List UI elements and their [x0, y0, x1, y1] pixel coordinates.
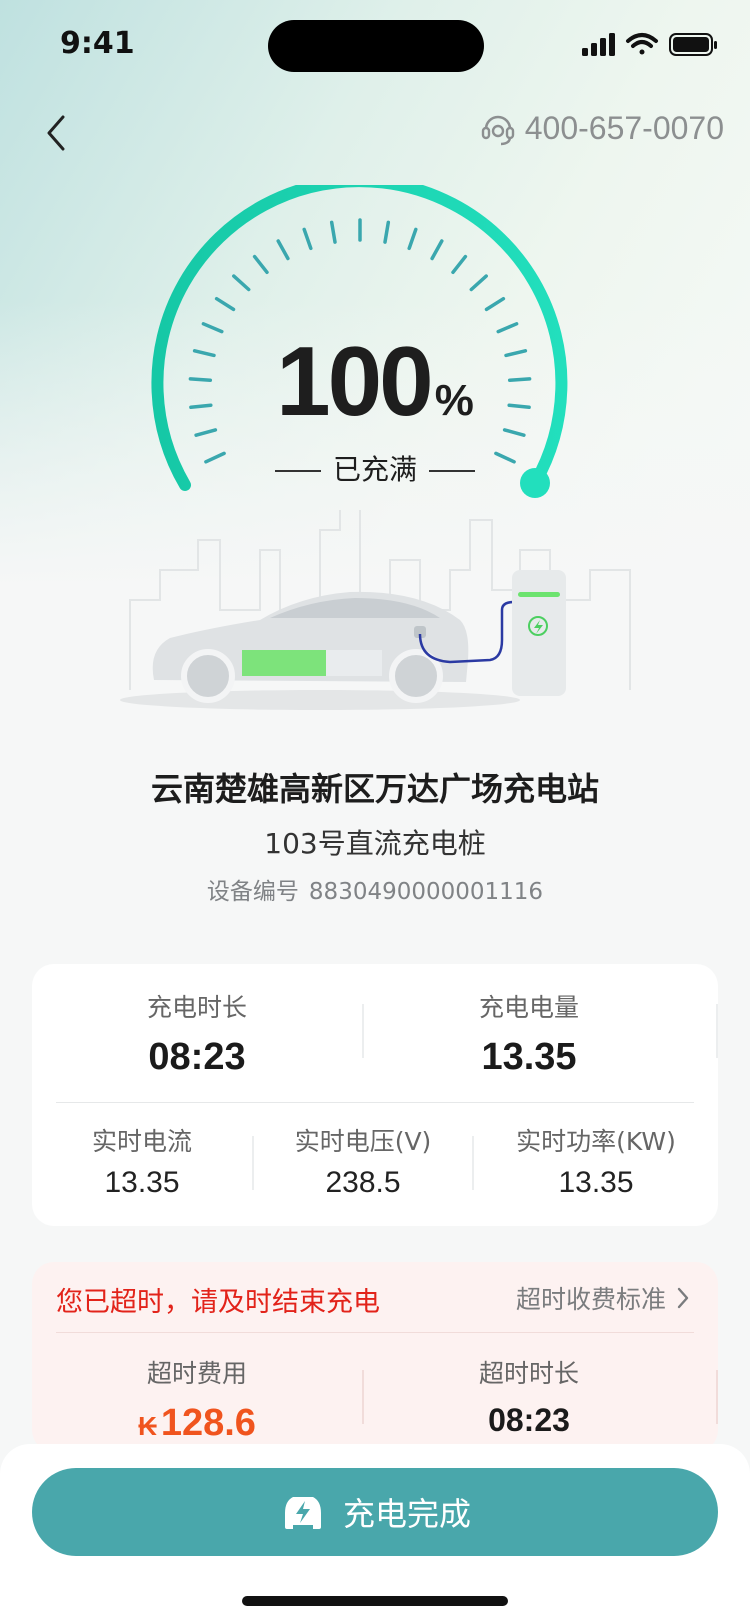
wheel: [181, 649, 235, 703]
gauge-tick: [484, 296, 506, 312]
stat-value: 13.35: [558, 1166, 634, 1199]
overtime-fee: 超时费用 ₭ 128.6: [32, 1354, 362, 1445]
overtime-warning: 您已超时，请及时结束充电: [56, 1287, 380, 1318]
stat-label: 充电电量: [478, 993, 579, 1022]
stat-label: 实时功率(KW): [516, 1127, 676, 1156]
dynamic-island: [268, 20, 484, 72]
headset-icon: [481, 115, 514, 145]
battery-fill: [242, 650, 326, 676]
finish-charging-label: 充电完成: [342, 1495, 471, 1533]
stat-current: 实时电流 13.35: [32, 1122, 252, 1200]
divider: [716, 1004, 718, 1058]
finish-charging-button[interactable]: 充电完成: [32, 1468, 718, 1556]
pile-indicator: [518, 592, 560, 597]
gauge-tick: [430, 239, 444, 261]
charge-status: 已充满: [0, 448, 750, 488]
wheel: [389, 649, 443, 703]
status-bar: 9:41: [0, 0, 750, 90]
home-indicator: [242, 1596, 508, 1606]
battery-icon: [669, 33, 717, 56]
stat-label: 实时电压(V): [294, 1127, 432, 1156]
currency-symbol: ₭: [138, 1411, 157, 1441]
stat-voltage: 实时电压(V) 238.5: [254, 1122, 472, 1200]
charging-car-icon: [284, 1497, 321, 1529]
gauge-tick: [407, 227, 418, 251]
gauge-tick: [383, 220, 391, 244]
stat-value: 13.35: [481, 1036, 577, 1078]
overtime-card: 您已超时，请及时结束充电 超时收费标准 超时费用 ₭ 128.6 超时时长 08:…: [32, 1262, 718, 1452]
service-phone-number: 400-657-0070: [524, 110, 724, 146]
device-id: 8830490000001116: [308, 879, 544, 905]
stat-value: 238.5: [325, 1166, 401, 1199]
nav-bar: 400-657-0070: [0, 100, 750, 170]
service-hotline[interactable]: 400-657-0070: [481, 110, 724, 147]
stat-energy: 充电电量 13.35: [364, 988, 694, 1079]
divider: [716, 1370, 718, 1424]
station-name: 云南楚雄高新区万达广场充电站: [150, 770, 599, 808]
stat-label: 超时时长: [478, 1359, 579, 1388]
gauge-tick: [276, 239, 290, 261]
chevron-right-icon: [677, 1287, 689, 1309]
divider: [56, 1332, 694, 1333]
divider: [274, 470, 321, 472]
bottom-action-bar: 充电完成: [0, 1444, 750, 1624]
stat-duration: 充电时长 08:23: [32, 988, 362, 1079]
divider: [429, 470, 475, 472]
wifi-icon: [626, 33, 658, 55]
stat-value: 13.35: [104, 1166, 180, 1199]
charging-pile: [512, 570, 566, 696]
signal-icon: [582, 33, 615, 56]
stat-value: 08:23: [488, 1402, 570, 1438]
stat-label: 充电时长: [146, 993, 247, 1022]
chevron-left-icon: [47, 115, 65, 151]
percent-value: 100: [276, 326, 434, 436]
stat-label: 超时费用: [146, 1359, 247, 1388]
status-time: 9:41: [60, 26, 135, 61]
gauge-tick: [302, 227, 313, 251]
battery-empty: [326, 650, 382, 676]
gauge-tick: [252, 254, 269, 275]
back-button[interactable]: [30, 108, 80, 158]
gauge-tick: [214, 296, 236, 312]
car-shadow: [120, 690, 520, 710]
divider: [56, 1102, 694, 1103]
gauge-tick: [469, 274, 488, 292]
car-charging-illustration: [120, 510, 631, 710]
gauge-tick: [329, 220, 337, 244]
percent-unit: %: [434, 376, 474, 425]
charge-status-text: 已充满: [332, 453, 417, 486]
charging-stats-card: 充电时长 08:23 充电电量 13.35 实时电流 13.35 实时电压(V)…: [32, 964, 718, 1226]
pile-name: 103号直流充电桩: [264, 827, 486, 860]
overtime-rules-label: 超时收费标准: [515, 1285, 666, 1314]
status-icons: [582, 33, 717, 56]
device-label: 设备编号: [206, 879, 299, 905]
gauge-tick: [451, 254, 468, 275]
stat-value: ₭ 128.6: [32, 1402, 362, 1445]
stat-value: 08:23: [148, 1036, 246, 1078]
stat-label: 实时电流: [91, 1127, 192, 1156]
overtime-rules-link[interactable]: 超时收费标准: [516, 1280, 690, 1316]
stat-power: 实时功率(KW) 13.35: [474, 1122, 718, 1200]
overtime-duration: 超时时长 08:23: [364, 1354, 694, 1439]
overtime-fee-value: 128.6: [160, 1402, 256, 1444]
device-number: 设备编号 8830490000001116: [0, 872, 750, 906]
charge-percent: 100%: [0, 325, 750, 438]
gauge-tick: [232, 274, 251, 292]
